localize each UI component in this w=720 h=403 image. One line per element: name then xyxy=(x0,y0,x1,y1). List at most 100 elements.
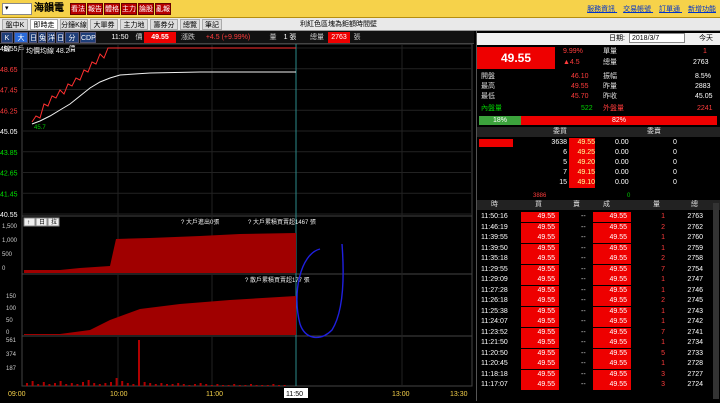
toolbar-button-0[interactable]: 看法 xyxy=(70,3,86,15)
volume-bar xyxy=(194,384,196,386)
volume-bar xyxy=(110,382,112,386)
volume-bar xyxy=(216,384,219,386)
period-button-4[interactable]: 洋 xyxy=(47,32,55,43)
field-value-2: 2883 xyxy=(695,83,711,90)
tab-7[interactable]: 筆記 xyxy=(202,19,222,30)
toolbar-button-4[interactable]: 論股 xyxy=(138,3,154,15)
volume-bar xyxy=(227,385,230,386)
volume-bar xyxy=(42,382,45,386)
x-axis-label: 13:30 xyxy=(450,391,468,398)
ratio-green: 18% xyxy=(479,116,521,125)
period-button-7[interactable]: CDP xyxy=(80,32,96,43)
tick-volume: 2742 xyxy=(687,318,703,325)
tick-row: 11:17:07 49.55 -- 49.55 3 2724 xyxy=(477,380,720,390)
tick-row: 11:29:55 49.55 -- 49.55 7 2754 xyxy=(477,264,720,275)
outer-label: 外盤量 xyxy=(603,105,624,112)
volume-bar xyxy=(54,383,56,386)
tick-buy: 49.55 xyxy=(521,243,559,254)
tab-0[interactable]: 盤中K線 xyxy=(2,19,28,40)
unit-label: 單量 xyxy=(603,48,617,55)
tick-qty: 1 xyxy=(661,234,665,241)
period-button-5[interactable]: 日 xyxy=(56,32,64,43)
tick-buy: 49.55 xyxy=(521,338,559,348)
tick-volume: 2754 xyxy=(687,265,703,273)
today-button[interactable]: 今天 xyxy=(699,33,713,43)
period-button-0[interactable]: K線 xyxy=(1,32,13,53)
book-sell-qty: 0 xyxy=(673,169,677,176)
tab-2[interactable]: 分鐘K線 xyxy=(60,19,88,30)
tick-price: 49.55 xyxy=(593,285,631,296)
toolbar-button-3[interactable]: 主力 xyxy=(121,3,137,15)
tab-3[interactable]: 大單券商 xyxy=(90,19,118,40)
indicator-tab-label: 拉 xyxy=(51,218,57,226)
big-price: 49.55 xyxy=(477,47,555,69)
tick-price: 49.55 xyxy=(593,222,631,233)
tick-qty: 1 xyxy=(661,213,665,220)
link-service[interactable]: 服務資訊 xyxy=(587,6,615,13)
volume-bar xyxy=(59,381,62,386)
field-label-2: 昨收 xyxy=(603,93,617,100)
small-y-label: 100 xyxy=(6,306,17,312)
order-book-row: 6 49.25 0.00 0 xyxy=(477,148,720,158)
small-y-label: 50 xyxy=(6,318,13,324)
pct-value: 9.99% xyxy=(563,48,583,55)
volume-bar xyxy=(37,384,40,386)
book-buy-price: 49.10 xyxy=(569,178,595,188)
volume-y-label: 187 xyxy=(6,366,17,372)
field-value: 49.55 xyxy=(571,83,589,90)
book-sell-price: 0.00 xyxy=(615,179,629,186)
tick-volume: 2734 xyxy=(687,339,703,346)
tab-4[interactable]: 主力地圖 xyxy=(120,19,148,40)
annotation-circle xyxy=(296,243,344,339)
price-y-label: 40.55 xyxy=(0,212,18,219)
link-account[interactable]: 交易帳號 xyxy=(623,6,651,13)
stock-select[interactable]: ▾ xyxy=(2,3,32,15)
volume-bar xyxy=(98,384,101,386)
link-order[interactable]: 訂單通 xyxy=(659,6,680,13)
toolbar-button-5[interactable]: 亂報 xyxy=(155,3,171,15)
volume-bar xyxy=(70,383,73,386)
period-button-3[interactable]: 兔 xyxy=(38,32,46,43)
tick-volume: 2760 xyxy=(687,234,703,241)
period-button-6[interactable]: 分價 xyxy=(65,32,79,53)
tick-buy: 49.55 xyxy=(521,254,559,264)
tick-volume: 2746 xyxy=(687,286,703,294)
x-axis-label: 10:00 xyxy=(110,391,128,398)
tick-row: 11:39:55 49.55 -- 49.55 1 2760 xyxy=(477,233,720,243)
tab-6[interactable]: 總覽 xyxy=(180,19,200,30)
tick-time: 11:50:16 xyxy=(481,213,508,220)
period-button-1[interactable]: 大戶 xyxy=(14,32,28,53)
total-label: 總量 xyxy=(310,34,324,41)
tick-time: 11:21:50 xyxy=(481,339,508,346)
volume-bar xyxy=(126,383,129,386)
change-value: +4.5 (+9.99%) xyxy=(205,34,251,41)
intraday-chart: 49.55 48.65 47.45 46.25 45.05 43.85 42.65 41.45… xyxy=(0,43,473,398)
tick-price: 49.55 xyxy=(593,233,631,243)
toolbar-button-1[interactable]: 報告 xyxy=(87,3,103,15)
small-y-label: 0 xyxy=(6,330,10,336)
tick-row: 11:26:18 49.55 -- 49.55 2 2745 xyxy=(477,296,720,306)
volume-bar xyxy=(171,384,174,386)
volume-bar xyxy=(182,384,185,386)
tick-volume: 2728 xyxy=(687,360,703,367)
link-new[interactable]: 新增功能 xyxy=(688,6,716,13)
tick-volume: 2747 xyxy=(687,276,703,283)
tick-scrollbar[interactable] xyxy=(713,203,719,399)
tick-row: 11:50:16 49.55 -- 49.55 1 2763 xyxy=(477,212,720,222)
volume-bar xyxy=(261,385,264,386)
period-button-2[interactable]: 日 xyxy=(29,32,37,43)
average-line xyxy=(31,71,296,125)
top-links: 服務資訊 交易帳號 訂單通 新增功能 xyxy=(581,4,716,14)
tick-header-cell: 成 xyxy=(603,201,610,208)
field-value-2: 8.5% xyxy=(695,73,711,80)
change-value: ▲4.5 xyxy=(563,59,580,66)
tab-5[interactable]: 籌券分析 xyxy=(150,19,178,40)
big-label-a: ? 大戶進出0張 xyxy=(181,218,219,226)
tab-1[interactable]: 即時走勢 xyxy=(30,19,58,40)
price-line xyxy=(31,47,296,123)
date-input[interactable]: 2018/3/7 xyxy=(629,33,685,43)
tick-qty: 7 xyxy=(661,265,665,273)
toolbar-button-2[interactable]: 體格 xyxy=(104,3,120,15)
price-y-label: 48.65 xyxy=(0,67,18,74)
field-label-2: 昨量 xyxy=(603,83,617,90)
